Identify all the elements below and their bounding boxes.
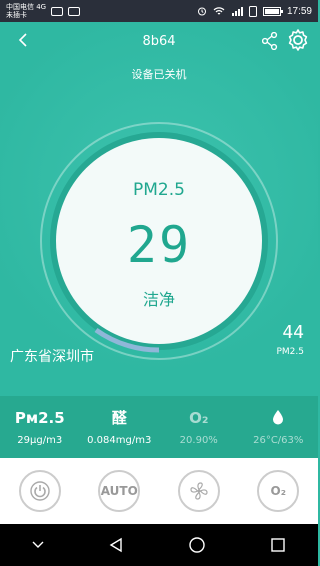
alarm-icon (197, 7, 206, 16)
metric-temp-humidity: 26°C/63% (239, 396, 319, 458)
fan-icon (190, 482, 208, 500)
phone-icon (248, 5, 257, 17)
message-icon (51, 6, 64, 16)
control-bar: AUTO O₂ (0, 458, 318, 524)
gauge-center: PM2.5 29 洁净 (56, 138, 262, 344)
nav-back-icon[interactable] (108, 537, 124, 553)
air-quality-text: 洁净 (142, 290, 175, 309)
oxygen-icon: O₂ (189, 408, 209, 427)
formaldehyde-icon: 醛 (111, 408, 127, 427)
outdoor-pm: 44 PM2.5 (276, 322, 304, 357)
share-icon[interactable] (261, 31, 278, 54)
wifi-icon (213, 7, 225, 15)
water-drop-icon (272, 409, 284, 427)
outdoor-pm-label: PM2.5 (276, 347, 304, 357)
image-icon (68, 6, 81, 16)
carrier-name: 中国电信 4G (6, 3, 47, 11)
oxygen-mode-button[interactable]: O₂ (257, 470, 300, 512)
power-button[interactable] (18, 470, 61, 512)
sim-status: 未插卡 (6, 11, 27, 19)
status-right: 17:59 (197, 5, 312, 17)
auto-mode-button[interactable]: AUTO (98, 470, 141, 512)
gear-icon[interactable] (286, 28, 310, 56)
location-label: 广东省深圳市 (10, 349, 94, 365)
metric-oxygen: O₂ 20.90% (159, 396, 239, 458)
signal-icon (231, 7, 243, 16)
fan-button[interactable] (177, 470, 220, 512)
formaldehyde-value: 0.084mg/m3 (87, 434, 152, 446)
status-left: 中国电信 4G 未插卡 (6, 3, 81, 19)
battery-icon (262, 6, 283, 16)
nav-home-icon[interactable] (188, 536, 206, 554)
status-bar: 中国电信 4G 未插卡 17:59 (0, 0, 318, 22)
metric-pm25: Pᴍ2.5 29μg/m3 (0, 396, 80, 458)
oxygen-value: 20.90% (179, 434, 218, 446)
pm25-icon: Pᴍ2.5 (14, 408, 65, 427)
pm-value: 29 (126, 216, 192, 274)
nav-recents-icon[interactable] (270, 537, 286, 553)
pm25-value: 29μg/m3 (17, 434, 63, 446)
metric-formaldehyde: 醛 0.084mg/m3 (80, 396, 160, 458)
outdoor-pm-value: 44 (282, 322, 304, 343)
top-bar: 8b64 (0, 22, 318, 62)
system-nav-bar (0, 524, 318, 566)
device-status: 设备已关机 (131, 68, 187, 81)
metrics-panel: Pᴍ2.5 29μg/m3 醛 0.084mg/m3 O₂ 20.90% 26°… (0, 396, 318, 458)
chevron-down-icon[interactable] (32, 541, 44, 549)
pm-label: PM2.5 (133, 180, 185, 200)
clock: 17:59 (286, 5, 312, 17)
carrier-info: 中国电信 4G 未插卡 (6, 3, 46, 19)
power-icon (30, 481, 50, 501)
temp-humidity-value: 26°C/63% (253, 434, 304, 446)
pm-gauge: PM2.5 29 洁净 (40, 122, 278, 360)
